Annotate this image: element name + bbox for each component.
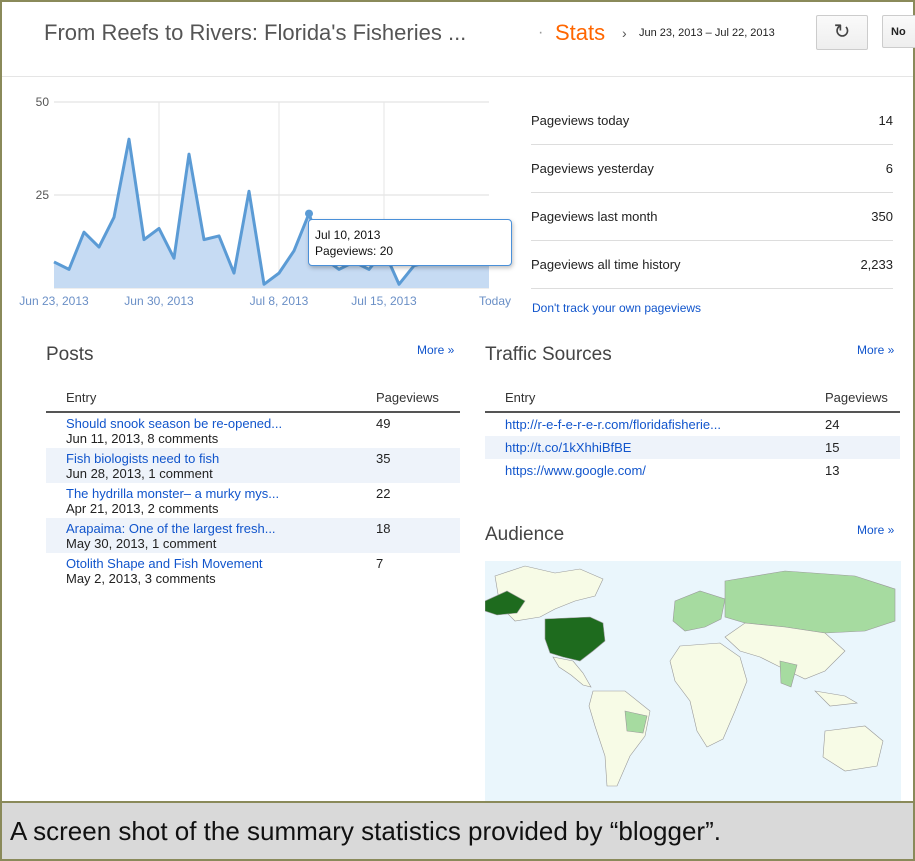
summary-row: Pageviews last month 350 (531, 193, 893, 241)
pageview-summary: Pageviews today 14 Pageviews yesterday 6… (531, 97, 893, 289)
table-row: https://www.google.com/ 13 (485, 459, 900, 482)
referrer-pageviews: 24 (825, 417, 840, 432)
traffic-sources-title: Traffic Sources (485, 344, 612, 365)
now-button[interactable]: No (882, 15, 915, 48)
table-row: http://r-e-f-e-r-e-r.com/floridafisherie… (485, 412, 900, 436)
column-header-entry[interactable]: Entry (485, 383, 805, 413)
chart-highlight-point[interactable] (305, 209, 313, 218)
pageviews-chart: 50 25 Jun 23, 2013 Jun 30, 2013 Jul 8, 2013 J… (2, 88, 517, 313)
blog-title[interactable]: From Reefs to Rivers: Florida's Fisherie… (44, 20, 466, 46)
post-title-link[interactable]: Fish biologists need to fish (66, 451, 356, 466)
post-meta: May 2, 2013, 3 comments (66, 571, 216, 586)
post-title-link[interactable]: Should snook season be re-opened... (66, 416, 356, 431)
x-tick-label: Jun 30, 2013 (124, 294, 194, 308)
summary-value: 350 (871, 209, 893, 224)
summary-row: Pageviews today 14 (531, 97, 893, 145)
posts-table: Entry Pageviews Should snook season be r… (46, 383, 460, 588)
x-tick-label: Jul 15, 2013 (351, 294, 417, 308)
traffic-sources-table: Entry Pageviews http://r-e-f-e-r-e-r.com… (485, 383, 900, 482)
page-header: From Reefs to Rivers: Florida's Fisherie… (2, 2, 915, 77)
post-meta: Apr 21, 2013, 2 comments (66, 501, 219, 516)
tooltip-value: Pageviews: 20 (315, 244, 394, 258)
post-pageviews: 7 (376, 556, 384, 571)
page-title: Stats (555, 20, 606, 45)
column-header-entry[interactable]: Entry (46, 383, 356, 413)
summary-label: Pageviews last month (531, 209, 658, 224)
y-tick-label: 25 (36, 188, 50, 202)
referrer-pageviews: 13 (825, 463, 840, 478)
audience-more-link[interactable]: More » (857, 523, 894, 537)
post-title-link[interactable]: The hydrilla monster– a murky mys... (66, 486, 356, 501)
post-title-link[interactable]: Otolith Shape and Fish Movement (66, 556, 356, 571)
summary-value: 6 (885, 161, 893, 176)
traffic-more-link[interactable]: More » (857, 343, 894, 357)
post-title-link[interactable]: Arapaima: One of the largest fresh... (66, 521, 356, 536)
chevron-right-icon: › (622, 25, 627, 41)
summary-label: Pageviews yesterday (531, 161, 654, 176)
dont-track-link[interactable]: Don't track your own pageviews (532, 301, 701, 315)
post-pageviews: 49 (376, 416, 391, 431)
summary-row: Pageviews yesterday 6 (531, 145, 893, 193)
figure-caption: A screen shot of the summary statistics … (2, 801, 913, 859)
referrer-link[interactable]: http://t.co/1kXhhiBfBE (505, 440, 805, 455)
y-tick-label: 50 (36, 95, 50, 109)
table-row: Otolith Shape and Fish Movement May 2, 20… (46, 553, 460, 588)
pageviews-chart-svg: 50 25 Jun 23, 2013 Jun 30, 2013 Jul 8, 2013 J… (19, 95, 511, 308)
post-meta: Jun 28, 2013, 1 comment (66, 466, 213, 481)
chart-tooltip: Jul 10, 2013 Pageviews: 20 (308, 219, 512, 266)
world-map-icon (485, 565, 896, 787)
table-row: Arapaima: One of the largest fresh... May… (46, 518, 460, 553)
referrer-link[interactable]: https://www.google.com/ (505, 463, 805, 478)
date-range: Jun 23, 2013 – Jul 22, 2013 (639, 27, 775, 39)
summary-label: Pageviews today (531, 113, 630, 128)
summary-value: 14 (878, 113, 893, 128)
refresh-icon: ↻ (833, 21, 851, 43)
posts-title: Posts (46, 344, 94, 365)
x-tick-label: Today (479, 294, 511, 308)
referrer-pageviews: 15 (825, 440, 840, 455)
audience-title: Audience (485, 524, 565, 545)
world-map[interactable] (485, 561, 901, 801)
refresh-button[interactable]: ↻ (816, 15, 868, 50)
stats-page: From Reefs to Rivers: Florida's Fisherie… (0, 0, 915, 861)
column-header-pageviews[interactable]: Pageviews (356, 383, 460, 413)
table-row: Fish biologists need to fish Jun 28, 2013… (46, 448, 460, 483)
x-tick-label: Jun 23, 2013 (19, 294, 89, 308)
post-pageviews: 35 (376, 451, 391, 466)
referrer-link[interactable]: http://r-e-f-e-r-e-r.com/floridafisherie… (505, 417, 805, 432)
summary-row: Pageviews all time history 2,233 (531, 241, 893, 289)
post-pageviews: 18 (376, 521, 391, 536)
table-row: The hydrilla monster– a murky mys... Apr … (46, 483, 460, 518)
tooltip-date: Jul 10, 2013 (315, 228, 381, 242)
post-meta: May 30, 2013, 1 comment (66, 536, 217, 551)
x-tick-label: Jul 8, 2013 (250, 294, 309, 308)
table-row: Should snook season be re-opened... Jun 1… (46, 412, 460, 448)
summary-value: 2,233 (860, 257, 893, 272)
table-row: http://t.co/1kXhhiBfBE 15 (485, 436, 900, 459)
column-header-pageviews[interactable]: Pageviews (805, 383, 900, 413)
summary-label: Pageviews all time history (531, 257, 681, 272)
post-meta: Jun 11, 2013, 8 comments (66, 431, 219, 446)
breadcrumb-separator: · (538, 24, 544, 41)
post-pageviews: 22 (376, 486, 391, 501)
posts-more-link[interactable]: More » (417, 343, 454, 357)
